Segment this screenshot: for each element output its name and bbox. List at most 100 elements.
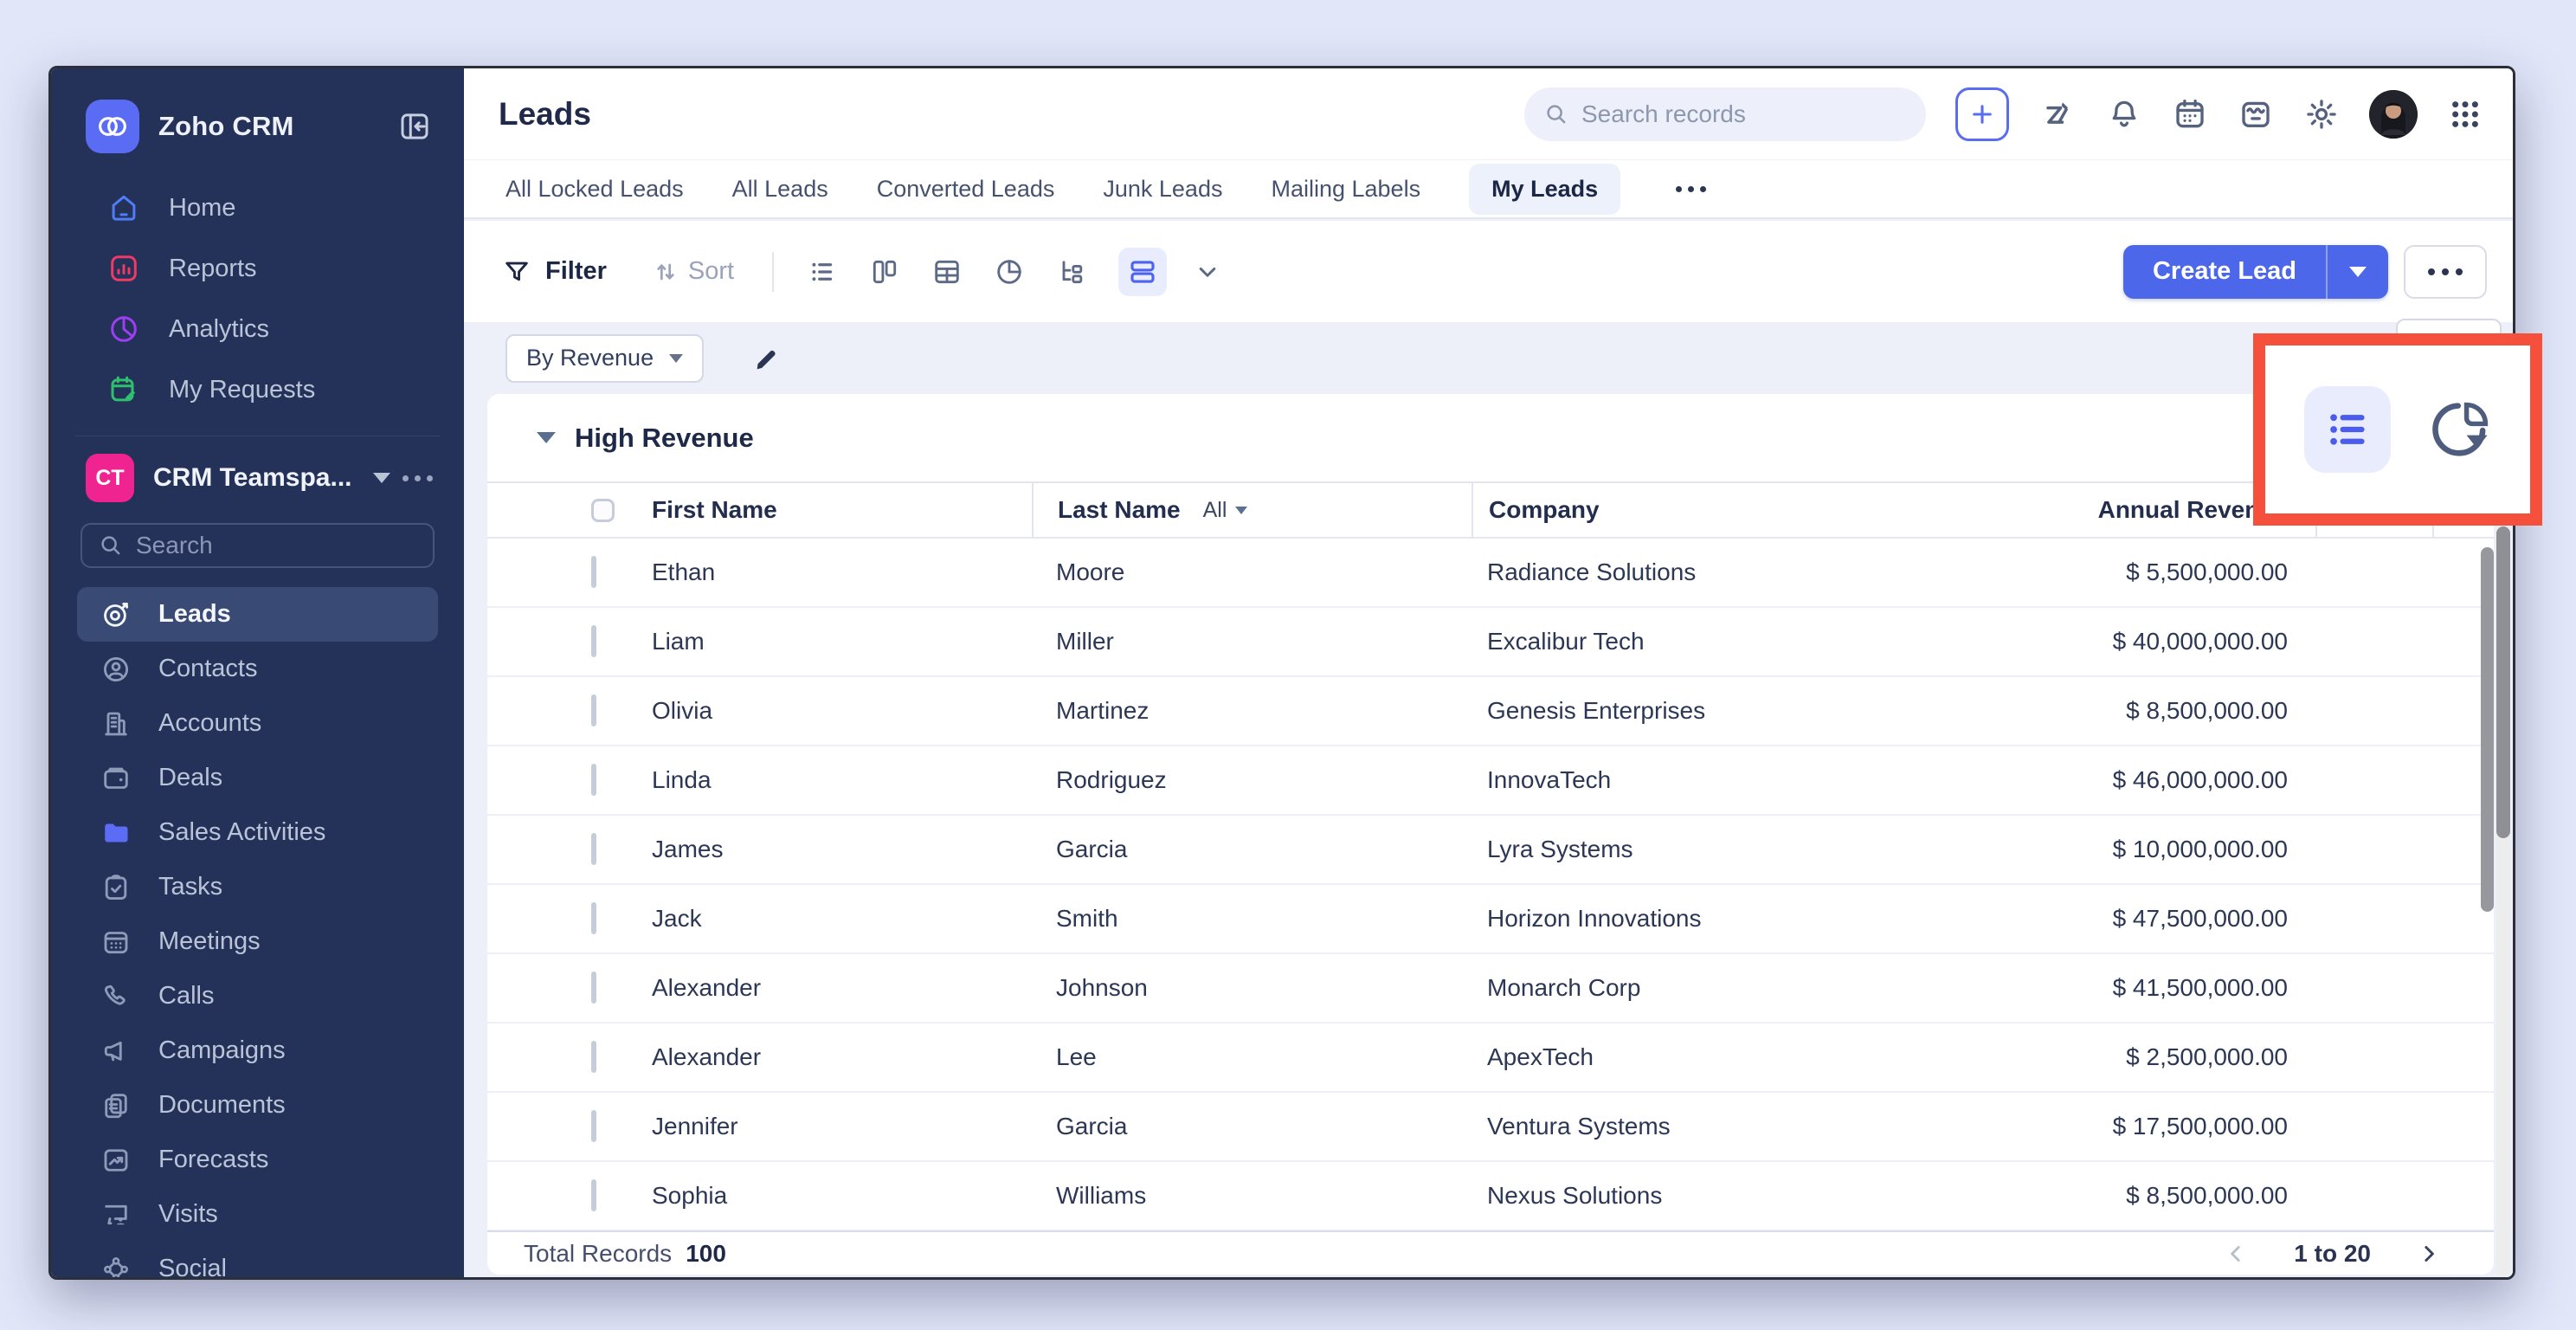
gear-icon[interactable] bbox=[2303, 96, 2340, 132]
sidebar-item-social[interactable]: Social bbox=[77, 1242, 438, 1277]
table-row[interactable]: Sophia Williams Nexus Solutions $ 8,500,… bbox=[487, 1162, 2494, 1230]
tab-converted-leads[interactable]: Converted Leads bbox=[877, 176, 1055, 203]
sales-activities-icon bbox=[100, 817, 132, 849]
sidebar-item-my-requests[interactable]: My Requests bbox=[51, 359, 464, 420]
chart-view-icon[interactable] bbox=[994, 256, 1025, 287]
rows-view-icon[interactable] bbox=[1118, 248, 1167, 296]
cell-company: Nexus Solutions bbox=[1472, 1182, 2017, 1210]
create-lead-dropdown[interactable] bbox=[2326, 245, 2388, 299]
table-row[interactable]: Olivia Martinez Genesis Enterprises $ 8,… bbox=[487, 677, 2494, 746]
analytics-icon bbox=[106, 313, 141, 345]
row-checkbox[interactable] bbox=[591, 694, 596, 726]
sort-button[interactable]: Sort bbox=[652, 257, 734, 286]
calendar-icon[interactable] bbox=[2172, 96, 2208, 132]
sidebar-item-reports[interactable]: Reports bbox=[51, 238, 464, 299]
sidebar-item-home[interactable]: Home bbox=[51, 178, 464, 238]
table-row[interactable]: Liam Miller Excalibur Tech $ 40,000,000.… bbox=[487, 608, 2494, 677]
table-row[interactable]: Alexander Lee ApexTech $ 2,500,000.00 bbox=[487, 1023, 2494, 1093]
table-view-icon[interactable] bbox=[931, 256, 963, 287]
table-row[interactable]: Alexander Johnson Monarch Corp $ 41,500,… bbox=[487, 954, 2494, 1023]
next-page-icon[interactable] bbox=[2416, 1241, 2442, 1267]
sidebar-item-sales-activities[interactable]: Sales Activities bbox=[77, 805, 438, 860]
cell-annual-revenue: $ 10,000,000.00 bbox=[2017, 836, 2315, 863]
sidebar-item-visits[interactable]: Visits bbox=[77, 1187, 438, 1242]
cell-last-name: Williams bbox=[1032, 1182, 1472, 1210]
views-chevron-down-icon[interactable] bbox=[1193, 257, 1222, 287]
sidebar-item-accounts[interactable]: Accounts bbox=[77, 696, 438, 751]
sidebar-item-campaigns[interactable]: Campaigns bbox=[77, 1023, 438, 1078]
column-header-company[interactable]: Company bbox=[1472, 483, 2017, 537]
sidebar-search-input[interactable] bbox=[136, 532, 417, 559]
sidebar-item-documents[interactable]: Documents bbox=[77, 1078, 438, 1133]
my-requests-icon bbox=[106, 373, 141, 406]
teamspace-switcher[interactable]: CT CRM Teamspa... bbox=[51, 436, 464, 502]
table-row[interactable]: Jack Smith Horizon Innovations $ 47,500,… bbox=[487, 885, 2494, 954]
row-checkbox[interactable] bbox=[591, 1041, 596, 1073]
table-row[interactable]: Linda Rodriguez InnovaTech $ 46,000,000.… bbox=[487, 746, 2494, 816]
row-checkbox[interactable] bbox=[591, 833, 596, 865]
create-lead-button[interactable]: Create Lead bbox=[2123, 245, 2388, 299]
table-row[interactable]: James Garcia Lyra Systems $ 10,000,000.0… bbox=[487, 816, 2494, 885]
window-scrollbar-thumb[interactable] bbox=[2496, 526, 2510, 838]
last-name-filter[interactable]: All bbox=[1203, 498, 1248, 523]
teamspace-more-icon[interactable] bbox=[402, 475, 433, 481]
row-checkbox[interactable] bbox=[591, 972, 596, 1004]
global-search[interactable] bbox=[1524, 87, 1926, 141]
zoho-crm-logo-icon bbox=[86, 100, 139, 153]
collapse-panel-icon[interactable] bbox=[396, 108, 433, 145]
group-by-select[interactable]: By Revenue bbox=[506, 334, 704, 383]
row-checkbox[interactable] bbox=[591, 625, 596, 657]
row-checkbox[interactable] bbox=[591, 1110, 596, 1142]
cell-last-name: Smith bbox=[1032, 905, 1472, 933]
tabs-overflow-icon[interactable] bbox=[1676, 186, 1706, 192]
table-header-row: First Name Last Name All Company Annual … bbox=[487, 481, 2494, 539]
sidebar-item-tasks[interactable]: Tasks bbox=[77, 860, 438, 914]
row-checkbox[interactable] bbox=[591, 1179, 596, 1211]
column-header-first-name[interactable]: First Name bbox=[628, 483, 1032, 537]
chevron-down-icon[interactable] bbox=[373, 473, 390, 483]
sidebar-item-forecasts[interactable]: Forecasts bbox=[77, 1133, 438, 1187]
sidebar-item-label: Leads bbox=[158, 600, 231, 629]
meetings-icon bbox=[100, 926, 132, 958]
table-row[interactable]: Jennifer Garcia Ventura Systems $ 17,500… bbox=[487, 1093, 2494, 1162]
column-header-last-name[interactable]: Last Name All bbox=[1032, 483, 1472, 537]
list-view-icon[interactable] bbox=[807, 256, 838, 287]
hierarchy-view-icon[interactable] bbox=[1056, 256, 1087, 287]
filter-button[interactable]: Filter bbox=[502, 257, 607, 287]
tab-all-leads[interactable]: All Leads bbox=[732, 176, 828, 203]
sidebar-item-deals[interactable]: Deals bbox=[77, 751, 438, 805]
tab-junk-leads[interactable]: Junk Leads bbox=[1103, 176, 1222, 203]
assistant-icon[interactable] bbox=[2238, 96, 2274, 132]
sidebar-item-calls[interactable]: Calls bbox=[77, 969, 438, 1023]
sidebar-item-label: Reports bbox=[169, 255, 257, 283]
cell-company: Horizon Innovations bbox=[1472, 905, 2017, 933]
prev-page-icon[interactable] bbox=[2223, 1241, 2249, 1267]
user-avatar[interactable] bbox=[2369, 90, 2418, 139]
pie-chart-icon[interactable] bbox=[2431, 399, 2491, 460]
sidebar-item-contacts[interactable]: Contacts bbox=[77, 642, 438, 696]
tab-my-leads[interactable]: My Leads bbox=[1469, 164, 1620, 215]
select-all-checkbox[interactable] bbox=[591, 499, 615, 522]
table-row[interactable]: Ethan Moore Radiance Solutions $ 5,500,0… bbox=[487, 539, 2494, 608]
sidebar-item-leads[interactable]: Leads bbox=[77, 587, 438, 642]
bell-icon[interactable] bbox=[2106, 96, 2142, 132]
row-checkbox[interactable] bbox=[591, 764, 596, 796]
kanban-view-icon[interactable] bbox=[869, 256, 900, 287]
row-checkbox[interactable] bbox=[591, 902, 596, 934]
more-actions-button[interactable] bbox=[2404, 245, 2487, 299]
sidebar-item-analytics[interactable]: Analytics bbox=[51, 299, 464, 359]
list-view-icon[interactable] bbox=[2304, 386, 2391, 473]
header-actions bbox=[1524, 87, 2483, 141]
global-search-input[interactable] bbox=[1581, 100, 1907, 128]
edit-view-pencil-icon[interactable] bbox=[752, 344, 782, 373]
zia-icon[interactable] bbox=[2038, 95, 2077, 133]
row-checkbox[interactable] bbox=[591, 556, 596, 588]
table-scrollbar-thumb[interactable] bbox=[2481, 547, 2494, 912]
tab-all-locked-leads[interactable]: All Locked Leads bbox=[506, 176, 684, 203]
collapse-group-icon[interactable] bbox=[537, 432, 556, 443]
quick-create-button[interactable] bbox=[1955, 87, 2009, 141]
app-launcher-icon[interactable] bbox=[2447, 96, 2483, 132]
tab-mailing-labels[interactable]: Mailing Labels bbox=[1271, 176, 1420, 203]
sidebar-item-meetings[interactable]: Meetings bbox=[77, 914, 438, 969]
sidebar-search[interactable] bbox=[80, 523, 435, 568]
